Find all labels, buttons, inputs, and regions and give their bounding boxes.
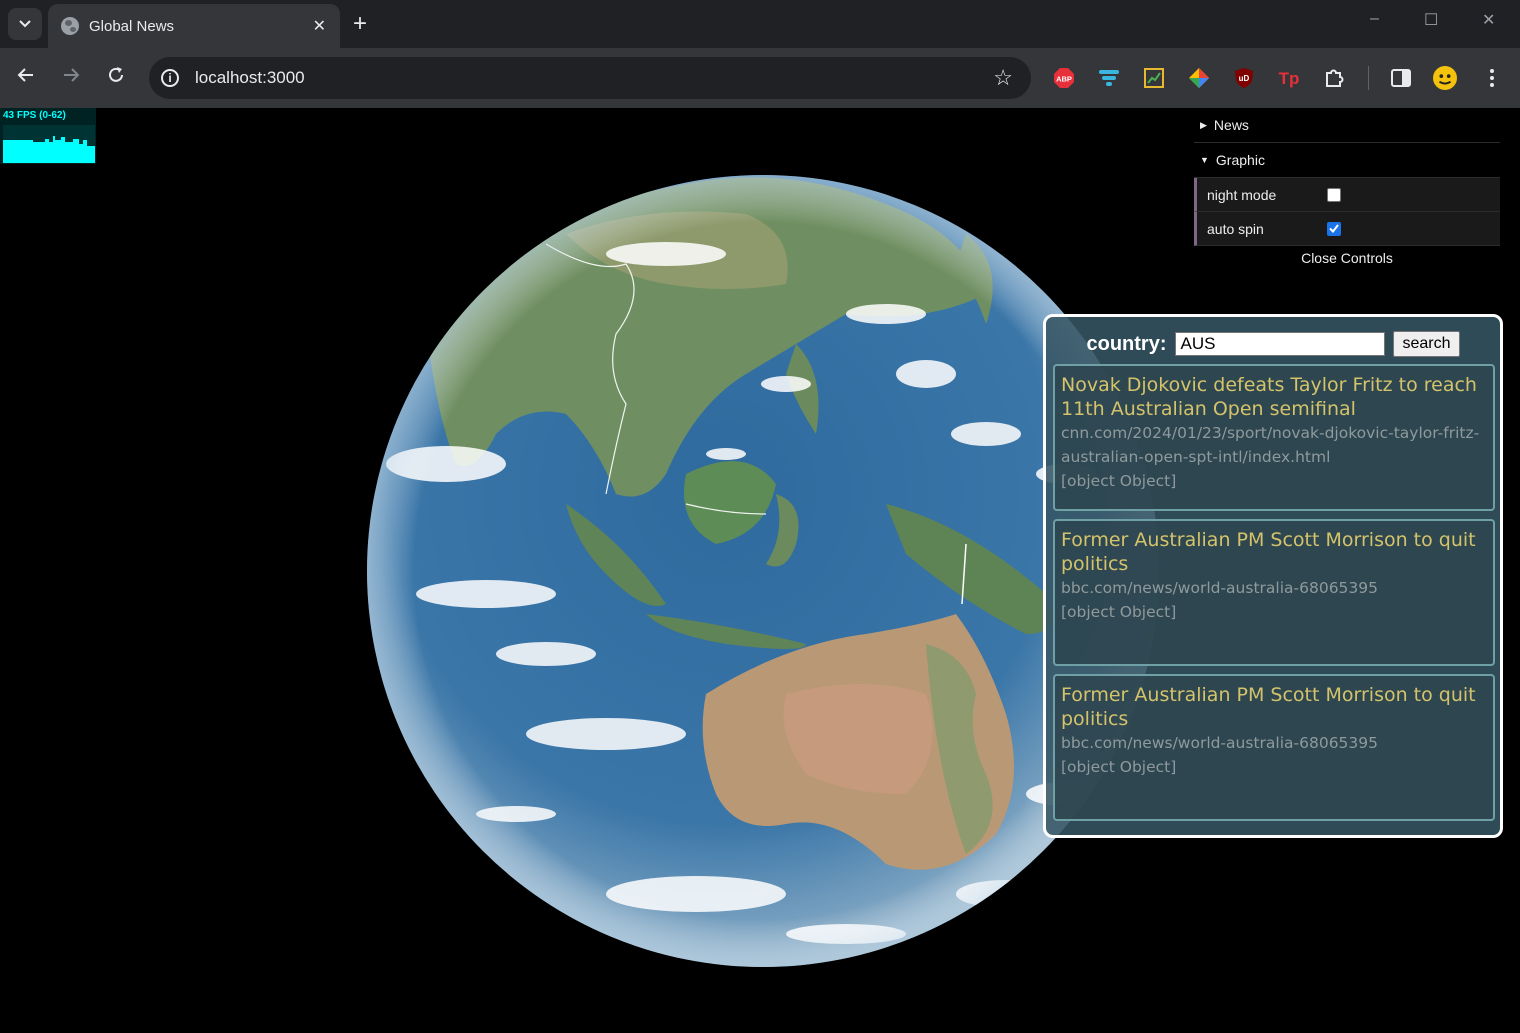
news-card[interactable]: Former Australian PM Scott Morrison to q…	[1053, 674, 1495, 821]
news-panel: country: AUS search Novak Djokovic defea…	[1043, 314, 1503, 838]
news-card[interactable]: Former Australian PM Scott Morrison to q…	[1053, 519, 1495, 666]
gui-controls: ▶ News ▼ Graphic night mode auto spin Cl…	[1194, 108, 1500, 270]
folder-graphic-label: Graphic	[1215, 152, 1265, 168]
folder-news-label: News	[1213, 117, 1249, 133]
news-headline[interactable]: Novak Djokovic defeats Taylor Fritz to r…	[1061, 373, 1487, 421]
earth-globe[interactable]	[366, 174, 1160, 968]
tab-close-button[interactable]: ✕	[313, 16, 326, 36]
news-url: cnn.com/2024/01/23/sport/novak-djokovic-…	[1061, 424, 1480, 466]
news-headline[interactable]: Former Australian PM Scott Morrison to q…	[1061, 683, 1487, 731]
site-info-icon[interactable]: i	[161, 69, 179, 87]
news-extra: [object Object]	[1061, 472, 1177, 490]
close-controls-button[interactable]: Close Controls	[1194, 246, 1500, 270]
night-mode-checkbox[interactable]	[1327, 187, 1341, 202]
caret-down-icon: ▼	[1200, 155, 1209, 165]
svg-text:ABP: ABP	[1056, 75, 1072, 84]
night-mode-label: night mode	[1207, 186, 1277, 203]
fps-meter[interactable]: 43 FPS (0-62)	[0, 108, 96, 164]
maximize-button[interactable]: ☐	[1424, 10, 1438, 30]
forward-button[interactable]	[61, 64, 81, 92]
back-arrow-icon	[17, 68, 33, 82]
news-url: bbc.com/news/world-australia-68065395	[1061, 579, 1379, 597]
url-text[interactable]: localhost:3000	[195, 68, 993, 88]
filter-icon[interactable]	[1097, 66, 1121, 90]
chart-icon[interactable]	[1142, 66, 1166, 90]
back-button[interactable]	[16, 64, 36, 92]
tab-strip: Global News ✕ + – ☐ ✕	[0, 0, 1520, 48]
bookmark-star-icon[interactable]: ☆	[993, 65, 1013, 91]
folder-graphic[interactable]: ▼ Graphic	[1194, 143, 1500, 178]
caret-right-icon: ▶	[1200, 119, 1207, 130]
tab-title: Global News	[89, 17, 175, 35]
news-url: bbc.com/news/world-australia-68065395	[1061, 734, 1379, 752]
chevron-down-icon	[19, 20, 31, 28]
news-headline[interactable]: Former Australian PM Scott Morrison to q…	[1061, 528, 1487, 576]
adblock-plus-icon[interactable]: ABP	[1052, 66, 1076, 90]
country-input[interactable]: AUS	[1175, 332, 1386, 356]
svg-text:Tp: Tp	[1279, 69, 1300, 88]
address-bar[interactable]: i localhost:3000 ☆	[149, 57, 1031, 99]
reload-icon	[109, 67, 123, 82]
globe-icon	[61, 17, 79, 35]
page-viewport: 43 FPS (0-62) ▶ News ▼ Graphic night mod…	[0, 108, 1520, 1033]
checkmark-icon	[1329, 224, 1339, 233]
auto-spin-label: auto spin	[1207, 220, 1264, 237]
svg-text:uD: uD	[1239, 74, 1250, 83]
country-search: country: AUS search	[1046, 329, 1500, 359]
new-tab-button[interactable]: +	[353, 10, 367, 38]
auto-spin-checkbox[interactable]	[1327, 221, 1341, 236]
fps-label: 43 FPS (0-62)	[3, 110, 66, 121]
ublock-icon[interactable]: uD	[1232, 66, 1256, 90]
tab-search-button[interactable]	[8, 8, 42, 40]
news-card[interactable]: Novak Djokovic defeats Taylor Fritz to r…	[1053, 364, 1495, 511]
puzzle-icon[interactable]	[1322, 66, 1346, 90]
news-extra: [object Object]	[1061, 603, 1177, 621]
tp-extension-icon[interactable]: Tp	[1277, 66, 1301, 90]
news-extra: [object Object]	[1061, 758, 1177, 776]
country-label: country:	[1086, 332, 1167, 355]
toolbar-separator	[1368, 66, 1369, 90]
auto-spin-row: auto spin	[1194, 212, 1500, 246]
reload-button[interactable]	[106, 64, 126, 92]
night-mode-row: night mode	[1194, 178, 1500, 212]
search-button[interactable]: search	[1393, 331, 1460, 357]
minimize-button[interactable]: –	[1370, 10, 1379, 28]
folder-news[interactable]: ▶ News	[1194, 108, 1500, 143]
forward-arrow-icon	[64, 68, 80, 82]
profile-avatar[interactable]	[1433, 66, 1457, 90]
browser-tab[interactable]: Global News ✕	[48, 4, 340, 48]
browser-menu-icon[interactable]	[1480, 66, 1504, 90]
diamond-icon[interactable]	[1187, 66, 1211, 90]
fps-graph	[3, 125, 95, 163]
side-panel-icon[interactable]	[1389, 66, 1413, 90]
browser-toolbar: i localhost:3000 ☆ ABP uD Tp	[0, 48, 1520, 108]
close-window-button[interactable]: ✕	[1482, 10, 1495, 30]
